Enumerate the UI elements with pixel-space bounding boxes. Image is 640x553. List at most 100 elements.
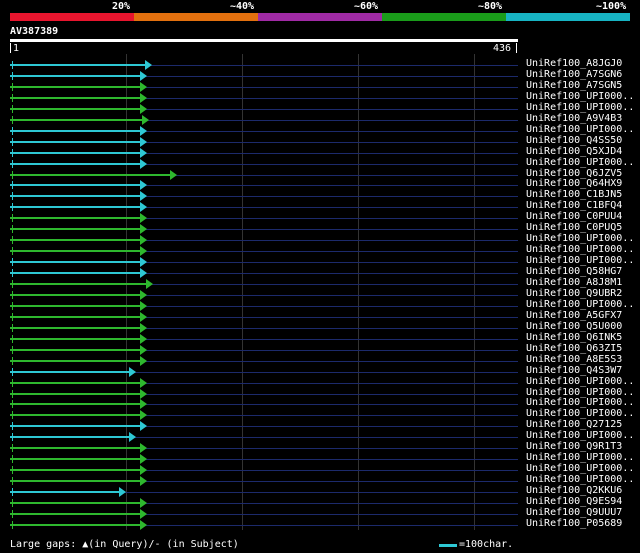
hit-bar[interactable] <box>10 206 140 208</box>
hit-bar[interactable] <box>10 195 140 197</box>
hit-bar[interactable] <box>10 327 140 329</box>
hit-bar[interactable] <box>10 108 140 110</box>
hit-label[interactable]: UniRef100_Q5U000 <box>526 321 622 332</box>
hit-bar[interactable] <box>10 184 140 186</box>
hit-arrow-icon <box>140 180 147 190</box>
hit-arrow-icon <box>140 268 147 278</box>
hit-label[interactable]: UniRef100_Q6INK5 <box>526 332 622 343</box>
hit-bar[interactable] <box>10 130 140 132</box>
hit-bar[interactable] <box>10 414 140 416</box>
hit-bar[interactable] <box>10 239 140 241</box>
hit-label[interactable]: UniRef100_A8J8M1 <box>526 277 622 288</box>
hit-label[interactable]: UniRef100_UPI000.. <box>526 244 634 255</box>
hit-bar[interactable] <box>10 228 140 230</box>
hit-label[interactable]: UniRef100_UPI000.. <box>526 474 634 485</box>
hit-label[interactable]: UniRef100_UPI000.. <box>526 157 634 168</box>
hit-label[interactable]: UniRef100_Q4S3W7 <box>526 365 622 376</box>
hit-bar[interactable] <box>10 97 140 99</box>
hit-bar[interactable] <box>10 349 140 351</box>
hit-label[interactable]: UniRef100_UPI000.. <box>526 430 634 441</box>
hit-label[interactable]: UniRef100_P05689 <box>526 518 622 529</box>
hit-bar[interactable] <box>10 250 140 252</box>
hit-label[interactable]: UniRef100_C0PUU4 <box>526 211 622 222</box>
hit-bar[interactable] <box>10 174 170 176</box>
hit-label[interactable]: UniRef100_A8JGJ0 <box>526 58 622 69</box>
hit-bar[interactable] <box>10 338 140 340</box>
hit-bar[interactable] <box>10 513 140 515</box>
legend-segment <box>382 13 506 21</box>
hit-bar[interactable] <box>10 436 129 438</box>
hit-label[interactable]: UniRef100_C1BFQ4 <box>526 200 622 211</box>
hit-label[interactable]: UniRef100_UPI000.. <box>526 102 634 113</box>
hit-bar[interactable] <box>10 371 129 373</box>
hit-bar[interactable] <box>10 491 119 493</box>
hit-bar[interactable] <box>10 163 140 165</box>
hit-bar[interactable] <box>10 152 140 154</box>
hit-label[interactable]: UniRef100_C0PUQ5 <box>526 222 622 233</box>
hit-bar[interactable] <box>10 316 140 318</box>
hit-bar[interactable] <box>10 480 140 482</box>
hit-label[interactable]: UniRef100_Q27125 <box>526 419 622 430</box>
hit-label[interactable]: UniRef100_UPI000.. <box>526 124 634 135</box>
hit-bar[interactable] <box>10 524 140 526</box>
hit-start-tick <box>12 94 13 102</box>
hit-label[interactable]: UniRef100_UPI000.. <box>526 233 634 244</box>
hit-arrow-icon <box>140 224 147 234</box>
hit-start-tick <box>12 521 13 529</box>
hit-arrow-icon <box>140 191 147 201</box>
hit-label[interactable]: UniRef100_UPI000.. <box>526 299 634 310</box>
hit-bar[interactable] <box>10 141 140 143</box>
hit-label[interactable]: UniRef100_A8E5S3 <box>526 354 622 365</box>
hit-bar[interactable] <box>10 360 140 362</box>
hit-label[interactable]: UniRef100_UPI000.. <box>526 376 634 387</box>
hit-bar[interactable] <box>10 458 140 460</box>
hit-label[interactable]: UniRef100_Q63ZI5 <box>526 343 622 354</box>
hit-label[interactable]: UniRef100_Q9ES94 <box>526 496 622 507</box>
hit-bar[interactable] <box>10 64 145 66</box>
hit-bar[interactable] <box>10 75 140 77</box>
hit-bar[interactable] <box>10 305 140 307</box>
hit-label[interactable]: UniRef100_UPI000.. <box>526 91 634 102</box>
hit-bar[interactable] <box>10 283 146 285</box>
hit-label[interactable]: UniRef100_Q4SS50 <box>526 135 622 146</box>
hit-arrow-icon <box>140 301 147 311</box>
hit-label[interactable]: UniRef100_UPI000.. <box>526 397 634 408</box>
hit-bar[interactable] <box>10 502 140 504</box>
hit-bar[interactable] <box>10 119 142 121</box>
hit-bar[interactable] <box>10 403 140 405</box>
hit-bar[interactable] <box>10 393 140 395</box>
hit-label[interactable]: UniRef100_Q9R1T3 <box>526 441 622 452</box>
hit-bar[interactable] <box>10 261 140 263</box>
hit-start-tick <box>12 466 13 474</box>
hit-label[interactable]: UniRef100_UPI000.. <box>526 408 634 419</box>
hit-label[interactable]: UniRef100_Q2KKU6 <box>526 485 622 496</box>
hit-label[interactable]: UniRef100_Q64HX9 <box>526 178 622 189</box>
hit-bar[interactable] <box>10 469 140 471</box>
hit-label[interactable]: UniRef100_C1BJN5 <box>526 189 622 200</box>
hit-bar[interactable] <box>10 425 140 427</box>
hit-label[interactable]: UniRef100_A5GFX7 <box>526 310 622 321</box>
hit-bar[interactable] <box>10 294 140 296</box>
hit-arrow-icon <box>140 356 147 366</box>
hit-label[interactable]: UniRef100_UPI000.. <box>526 463 634 474</box>
hit-label[interactable]: UniRef100_Q9UUU7 <box>526 507 622 518</box>
hit-start-tick <box>12 171 13 179</box>
hit-label[interactable]: UniRef100_A7SGN5 <box>526 80 622 91</box>
hit-label[interactable]: UniRef100_A7SGN6 <box>526 69 622 80</box>
hit-arrow-icon <box>129 432 136 442</box>
hit-start-tick <box>12 324 13 332</box>
hit-label[interactable]: UniRef100_Q5XJD4 <box>526 146 622 157</box>
hit-start-tick <box>12 302 13 310</box>
legend-segment <box>10 13 134 21</box>
hit-label[interactable]: UniRef100_A9V4B3 <box>526 113 622 124</box>
hit-label[interactable]: UniRef100_UPI000.. <box>526 452 634 463</box>
hit-label[interactable]: UniRef100_Q9UBR2 <box>526 288 622 299</box>
hit-bar[interactable] <box>10 382 140 384</box>
hit-bar[interactable] <box>10 86 140 88</box>
hit-label[interactable]: UniRef100_UPI000.. <box>526 255 634 266</box>
hit-bar[interactable] <box>10 447 140 449</box>
hit-label[interactable]: UniRef100_Q58HG7 <box>526 266 622 277</box>
hit-start-tick <box>12 160 13 168</box>
hit-bar[interactable] <box>10 217 140 219</box>
hit-bar[interactable] <box>10 272 140 274</box>
